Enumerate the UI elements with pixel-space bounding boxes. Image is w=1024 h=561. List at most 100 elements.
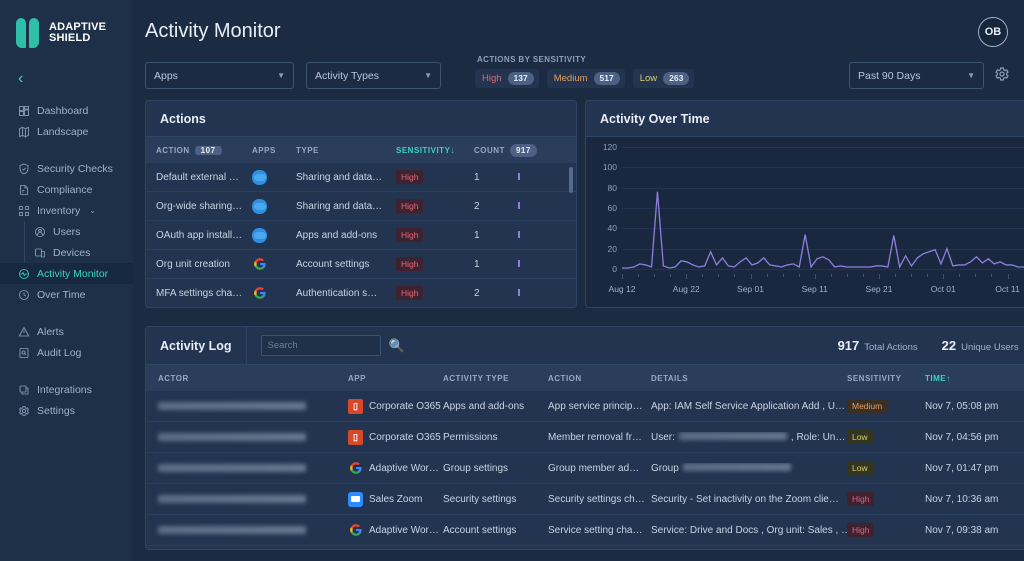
sidebar-item-label: Dashboard: [37, 105, 88, 117]
google-icon: [252, 286, 267, 301]
sidebar-item-settings[interactable]: Settings: [0, 400, 133, 421]
grid-line: [622, 269, 1024, 270]
log-app: Sales Zoom: [348, 492, 443, 507]
search-input[interactable]: [261, 335, 381, 356]
x-axis-tick: [815, 274, 816, 279]
table-row[interactable]: ▯Corporate O365PermissionsMember removal…: [146, 422, 1024, 453]
table-row[interactable]: ▯Corporate O365Apps and add-onsApp servi…: [146, 391, 1024, 422]
integrations-icon: [18, 384, 30, 396]
table-row[interactable]: OAuth app install…Apps and add-onsHigh1: [146, 221, 576, 250]
sidebar-item-label: Over Time: [37, 289, 85, 301]
log-col-details: DETAILS: [651, 374, 847, 383]
chart-panel-header: Activity Over Time: [586, 101, 1024, 137]
search-icon[interactable]: 🔍: [389, 338, 405, 354]
sidebar-item-alerts[interactable]: Alerts: [0, 321, 133, 342]
sidebar-item-landscape[interactable]: Landscape: [0, 121, 133, 142]
log-action: Security settings ch…: [548, 494, 651, 505]
box-icon: [252, 199, 267, 214]
gear-icon[interactable]: [994, 66, 1012, 84]
table-row[interactable]: Adaptive Wor…Group settingsGroup member …: [146, 453, 1024, 484]
log-col-label: DETAILS: [651, 374, 688, 383]
sidebar-item-inventory[interactable]: Inventory⌄: [0, 200, 133, 221]
log-col-label: SENSITIVITY: [847, 374, 901, 383]
sensitivity-section-title: ACTIONS BY SENSITIVITY: [475, 55, 694, 64]
avatar[interactable]: OB: [978, 17, 1008, 47]
sidebar-item-dashboard[interactable]: Dashboard: [0, 100, 133, 121]
log-col-time[interactable]: TIME↑: [925, 374, 1024, 383]
table-row[interactable]: Sales ZoomSecurity settingsSecurity sett…: [146, 484, 1024, 515]
log-time: Nov 7, 01:47 pm: [925, 463, 1024, 474]
sensitivity-badge-low[interactable]: Low263: [633, 69, 695, 88]
log-time: Nov 7, 04:56 pm: [925, 432, 1024, 443]
action-name: Org unit creation: [156, 259, 252, 270]
sidebar-item-label: Inventory: [37, 205, 80, 217]
log-col-label: ACTOR: [158, 374, 189, 383]
log-time: Nov 7, 10:36 am: [925, 494, 1024, 505]
sidebar-item-label: Settings: [37, 405, 75, 417]
apps-filter-select[interactable]: Apps ▼: [145, 62, 294, 89]
sidebar-collapse-button[interactable]: ‹: [18, 70, 36, 88]
log-action: Member removal fr…: [548, 432, 651, 443]
sidebar-item-label: Audit Log: [37, 347, 81, 359]
sidebar-group: Integrations Settings: [0, 379, 133, 421]
table-row[interactable]: Default external …Sharing and data…High1: [146, 163, 576, 192]
log-actor: [158, 525, 348, 536]
actions-col-type: TYPE: [296, 146, 396, 155]
sidebar-item-over-time[interactable]: Over Time: [0, 284, 133, 305]
log-col-sensitivity: SENSITIVITY: [847, 374, 925, 383]
sidebar-item-security-checks[interactable]: Security Checks: [0, 158, 133, 179]
log-actor: [158, 494, 348, 505]
action-count: 2: [474, 288, 518, 299]
status-badge: High: [396, 257, 474, 271]
redacted-actor: [158, 433, 306, 441]
log-app: Adaptive Wor…: [348, 523, 443, 538]
x-axis-tick: [943, 274, 944, 279]
date-range-select[interactable]: Past 90 Days ▼: [849, 62, 984, 89]
sidebar-item-compliance[interactable]: Compliance: [0, 179, 133, 200]
log-action: App service princip…: [548, 401, 651, 412]
sidebar-item-integrations[interactable]: Integrations: [0, 379, 133, 400]
chart-plot-area: 020406080100120: [622, 147, 1024, 269]
log-activity-type: Group settings: [443, 463, 548, 474]
action-app: [252, 170, 296, 185]
actions-scrollbar[interactable]: [569, 167, 573, 193]
table-row[interactable]: Org-wide sharing…Sharing and data…High2: [146, 192, 576, 221]
log-details: User: , Role: Un…: [651, 432, 847, 443]
log-col-label: APP: [348, 374, 366, 383]
sub-rail: [24, 242, 25, 263]
status-badge: Low: [847, 430, 925, 444]
activity-types-filter-select[interactable]: Activity Types ▼: [306, 62, 441, 89]
log-details: Service: Drive and Docs , Org unit: Sale…: [651, 525, 847, 536]
x-axis-tick-label: Oct 11: [995, 284, 1019, 294]
sensitivity-badge-high[interactable]: High137: [475, 69, 539, 88]
sidebar-item-activity-monitor[interactable]: Activity Monitor: [0, 263, 133, 284]
x-axis-minor-tick: [975, 274, 976, 277]
y-axis-tick-label: 40: [608, 223, 622, 233]
actions-col-sensitivity[interactable]: SENSITIVITY↓: [396, 146, 474, 155]
action-count: 1: [474, 259, 518, 270]
action-type: Authentication s…: [296, 288, 396, 299]
actions-col-label: COUNT: [474, 146, 505, 155]
action-count-bar: [518, 288, 548, 299]
log-col-actor: ACTOR: [158, 374, 348, 383]
x-axis-minor-tick: [670, 274, 671, 277]
main-content: Activity Monitor OB Apps ▼ Activity Type…: [133, 0, 1024, 561]
log-col-label: ACTIVITY TYPE: [443, 374, 509, 383]
actions-by-sensitivity: ACTIONS BY SENSITIVITY High137 Medium517 L…: [475, 55, 694, 88]
x-axis-tick-label: Aug 12: [609, 284, 636, 294]
table-row[interactable]: Org unit creation Account settingsHigh1: [146, 250, 576, 279]
sensitivity-badge-medium[interactable]: Medium517: [547, 69, 625, 88]
table-row[interactable]: Adaptive Wor…Account settingsService set…: [146, 515, 1024, 546]
sidebar-item-devices[interactable]: Devices: [0, 242, 133, 263]
table-row[interactable]: MFA settings cha…Authentication s…High2: [146, 279, 576, 308]
log-details: Security - Set inactivity on the Zoom cl…: [651, 494, 847, 505]
actions-panel: Actions ACTION107APPSTYPESENSITIVITY↓COU…: [145, 100, 577, 308]
sidebar-item-users[interactable]: Users: [0, 221, 133, 242]
x-axis-tick: [622, 274, 623, 279]
redacted-actor: [158, 402, 306, 410]
x-axis-minor-tick: [799, 274, 800, 277]
sidebar-item-audit-log[interactable]: Audit Log: [0, 342, 133, 363]
x-axis-minor-tick: [734, 274, 735, 277]
brand-logo[interactable]: ADAPTIVE SHIELD: [0, 0, 133, 48]
action-type: Account settings: [296, 259, 396, 270]
